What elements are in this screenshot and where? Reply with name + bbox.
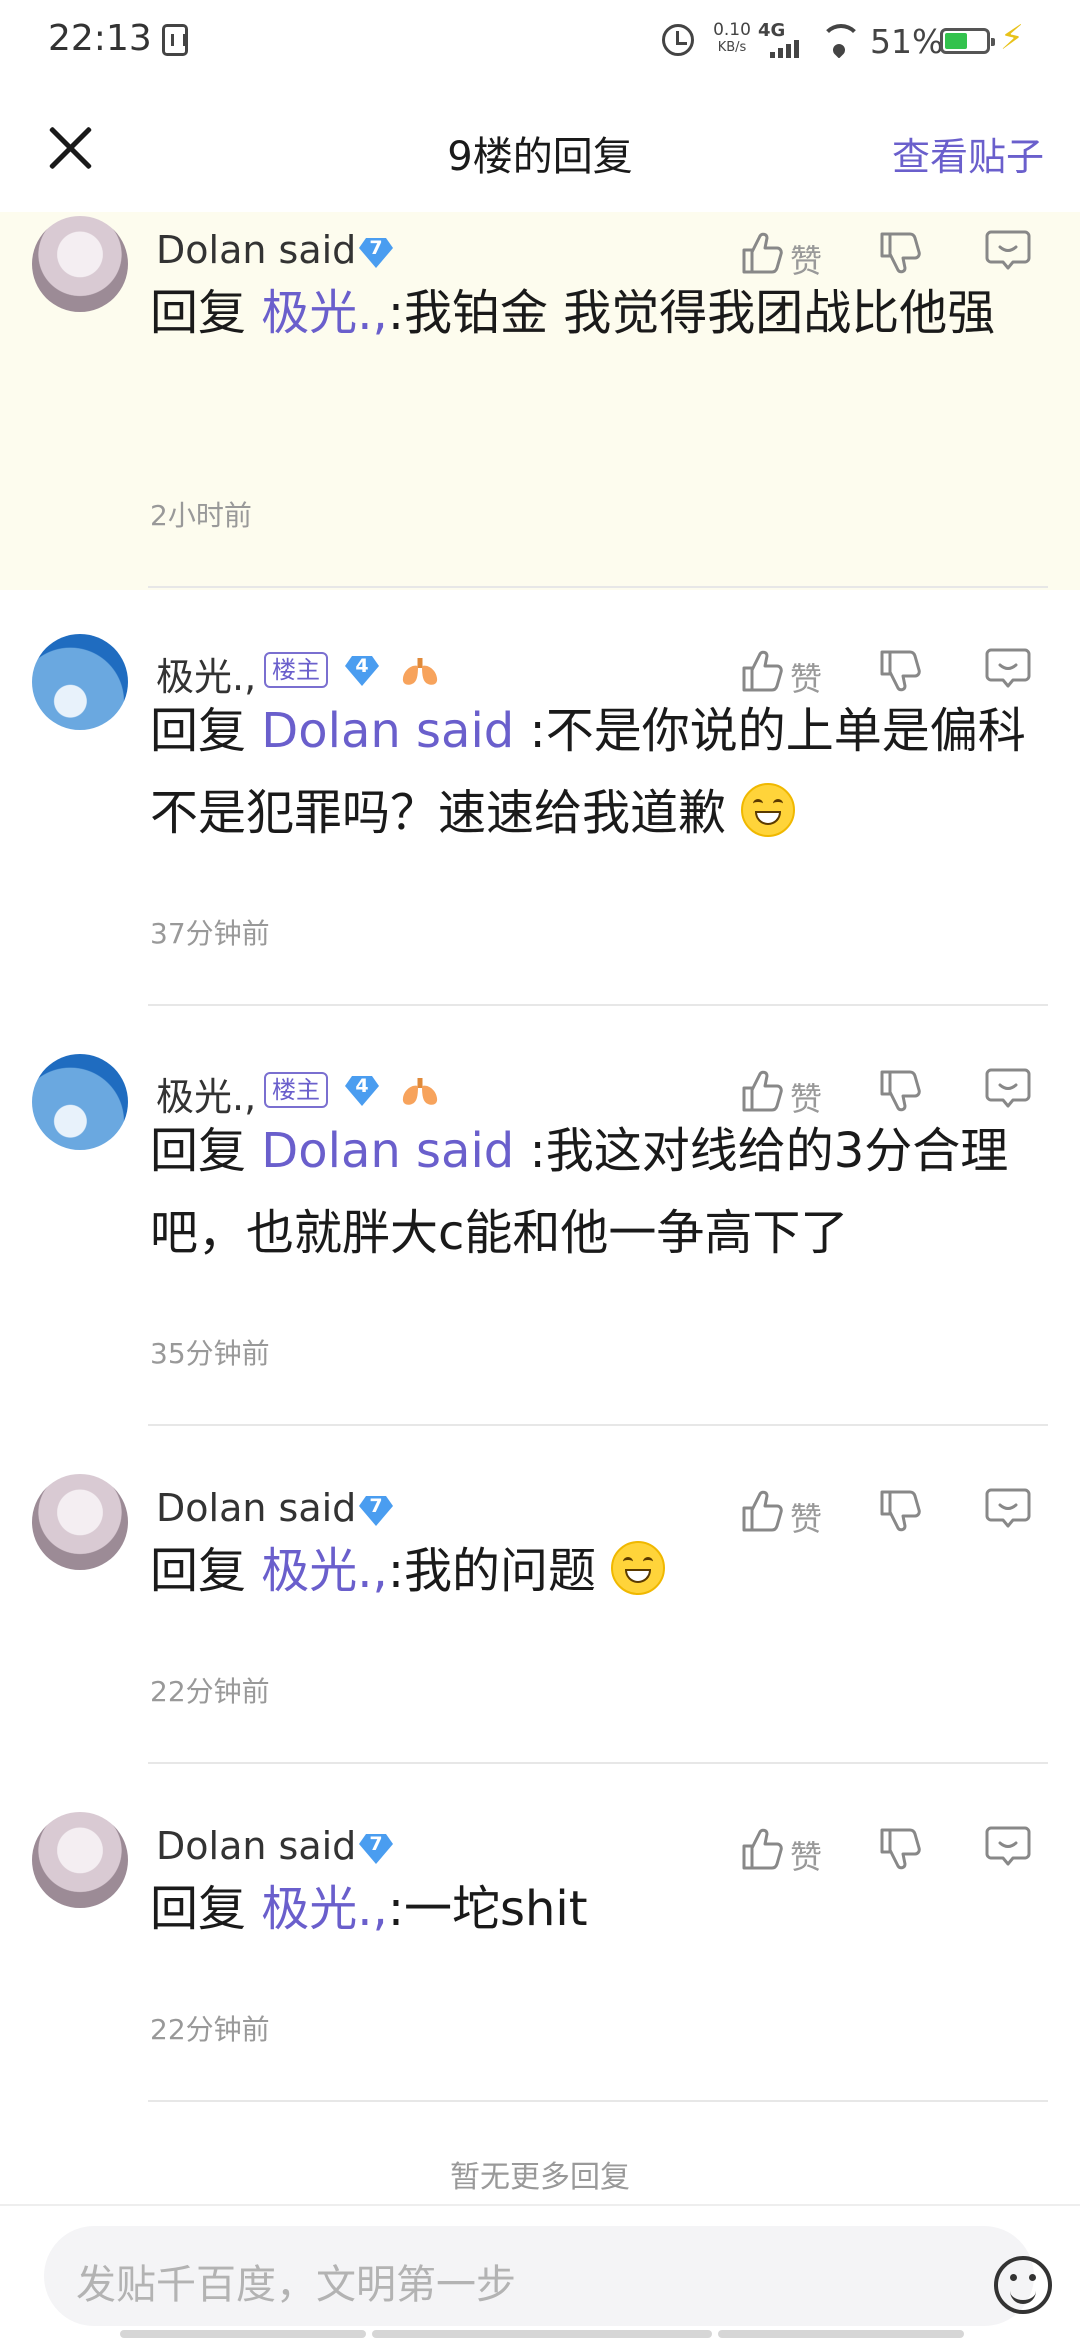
header: 9楼的回复 查看贴子 [0,100,1080,200]
reply-to-name[interactable]: 极光., [261,1881,388,1937]
reply-to-name[interactable]: 极光., [261,285,388,341]
reply-prefix: 回复 [150,1881,247,1937]
avatar[interactable] [32,1054,128,1150]
reply-item: Dolan said 7 赞回复 极光.,:我铂金 我觉得我团战比他强 2小时前 [0,212,1080,590]
comment-input[interactable]: 发贴千百度，文明第一步 [44,2226,1052,2326]
reply-timestamp: 35分钟前 [150,1337,270,1370]
no-more-replies: 暂无更多回复 [450,2160,630,2195]
username[interactable]: Dolan said [156,228,356,272]
level-badge-icon: 7 [358,234,394,270]
divider [148,1004,1048,1006]
reply-to-name[interactable]: 极光., [261,1543,388,1599]
divider [148,586,1048,588]
avatar[interactable] [32,1812,128,1908]
reply-timestamp: 22分钟前 [150,1675,270,1708]
level-badge-number: 4 [355,655,369,677]
lightning-icon: ⚡ [1000,18,1024,58]
reply-item: 极光., 楼主 4 赞回复 Dolan said :我这对线给的3分合理吧，也就胖大c… [0,1050,1080,1428]
reply-content: 回复 Dolan said :不是你说的上单是偏科不是犯罪吗？速速给我道歉 [150,690,1040,854]
hug-emoji [611,1541,666,1595]
reply-prefix: 回复 [150,1543,247,1599]
grin-emoji [741,783,796,837]
comment-bar: 发贴千百度，文明第一步 [0,2204,1080,2342]
sim-card-icon [162,24,188,56]
reply-content: 回复 极光.,:我铂金 我觉得我团战比他强 [150,272,1040,354]
avatar[interactable] [32,1474,128,1570]
owner-tag: 楼主 [264,652,328,688]
view-post-link[interactable]: 查看贴子 [892,126,1044,181]
battery-icon [940,28,995,54]
wifi-icon [820,24,860,58]
reply-to-name[interactable]: Dolan said [261,1123,514,1179]
level-badge-icon: 4 [344,1072,380,1108]
network-type: 4G [758,20,786,41]
level-badge-icon: 7 [358,1492,394,1528]
battery-fill [945,33,968,49]
reply-prefix: 回复 [150,285,247,341]
reply-content: 回复 极光.,:一坨shit [150,1868,1040,1950]
avatar[interactable] [32,216,128,312]
divider [148,1762,1048,1764]
nav-indicator-right [718,2330,964,2338]
signal-icon [770,40,806,58]
lung-badge-icon [400,654,440,688]
network-speed-unit: KB/s [717,40,747,55]
battery-percent: 51% [870,22,944,61]
reply-content: 回复 Dolan said :我这对线给的3分合理吧，也就胖大c能和他一争高下了 [150,1110,1040,1274]
level-badge-icon: 7 [358,1830,394,1866]
reply-timestamp: 2小时前 [150,499,252,532]
level-badge-number: 4 [355,1075,369,1097]
emoji-button-icon[interactable] [994,2256,1052,2314]
level-badge-number: 7 [369,237,383,259]
reply-text: :我铂金 我觉得我团战比他强 [387,285,996,341]
reply-timestamp: 37分钟前 [150,917,270,950]
level-badge-number: 7 [369,1495,383,1517]
reply-item: Dolan said 7 赞回复 极光.,:我的问题 22分钟前 [0,1470,1080,1766]
status-bar: 22:13 0.10 KB/s 4G 51% ⚡ [0,0,1080,84]
reply-text: :我的问题 [387,1543,596,1599]
comment-input-placeholder: 发贴千百度，文明第一步 [76,2262,516,2308]
nav-indicator-left [120,2330,366,2338]
reply-text: :一坨shit [387,1881,588,1937]
divider [148,1424,1048,1426]
username[interactable]: Dolan said [156,1824,356,1868]
lung-badge-icon [400,1074,440,1108]
username[interactable]: Dolan said [156,1486,356,1530]
network-speed: 0.10 KB/s [704,22,760,56]
reply-prefix: 回复 [150,703,247,759]
network-speed-value: 0.10 [713,20,751,40]
reply-to-name[interactable]: Dolan said [261,703,514,759]
avatar[interactable] [32,634,128,730]
reply-prefix: 回复 [150,1123,247,1179]
nav-indicator-center [372,2330,712,2338]
reply-content: 回复 极光.,:我的问题 [150,1530,1040,1612]
reply-timestamp: 22分钟前 [150,2013,270,2046]
divider [148,2100,1048,2102]
level-badge-icon: 4 [344,652,380,688]
reply-item: Dolan said 7 赞回复 极光.,:一坨shit 22分钟前 [0,1808,1080,2104]
owner-tag: 楼主 [264,1072,328,1108]
alarm-icon [662,24,694,56]
reply-item: 极光., 楼主 4 赞回复 Dolan said :不是你说的上单是偏科不是犯罪吗？速… [0,630,1080,1008]
status-time: 22:13 [48,18,152,59]
level-badge-number: 7 [369,1833,383,1855]
